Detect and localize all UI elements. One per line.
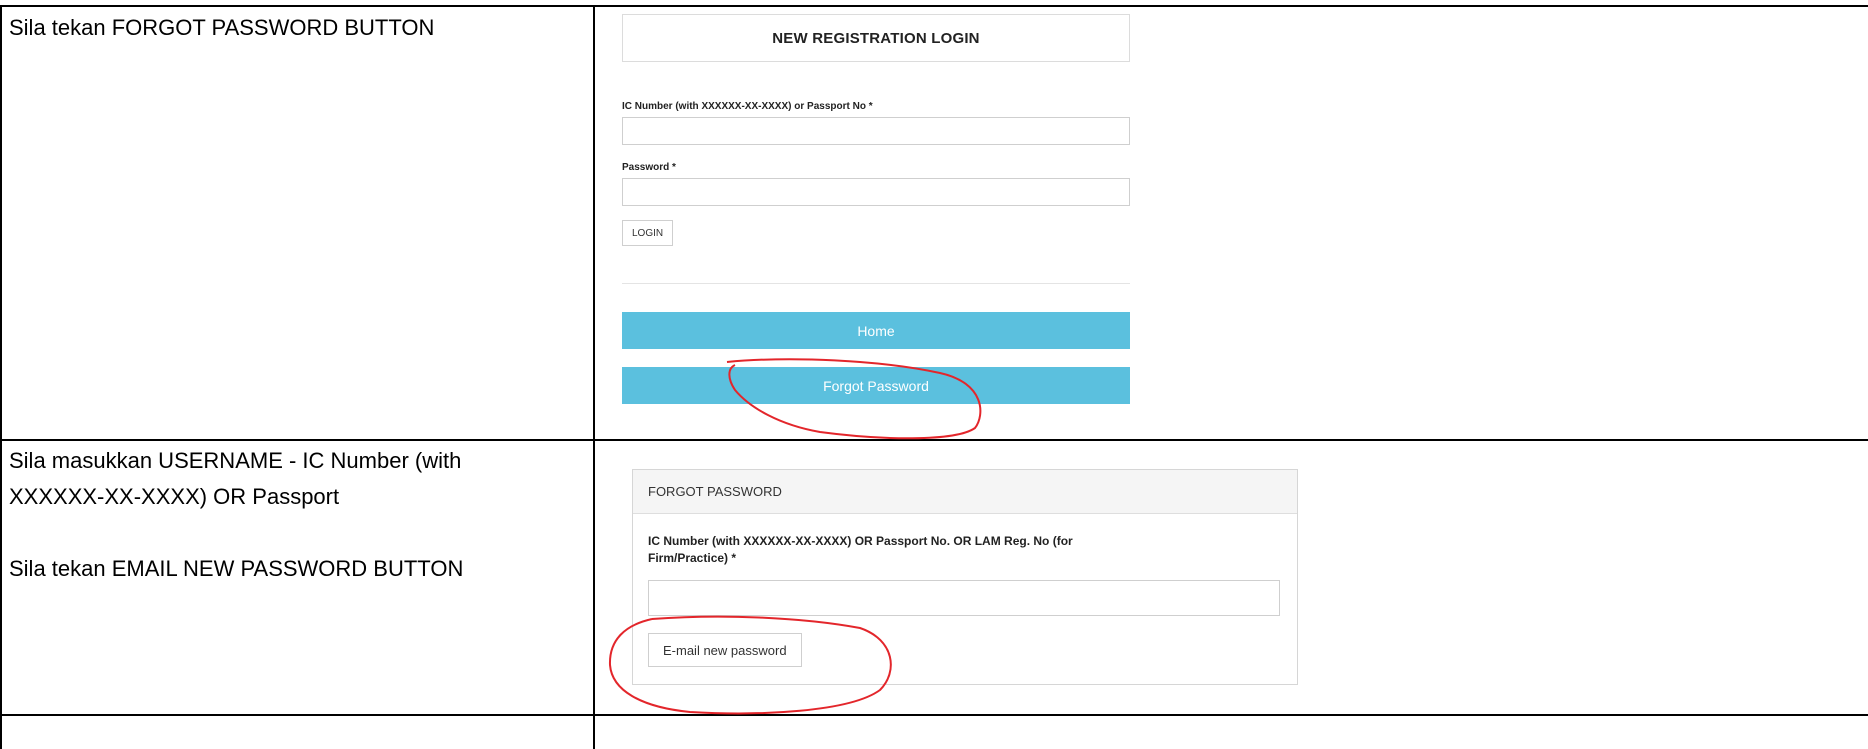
username-label: IC Number (with XXXXXX-XX-XXXX) OR Passp… <box>648 533 1208 567</box>
table-row-divider <box>0 714 1868 716</box>
document-table: Sila tekan FORGOT PASSWORD BUTTON NEW RE… <box>0 0 1868 749</box>
username-input[interactable] <box>648 580 1280 616</box>
home-button[interactable]: Home <box>622 312 1130 349</box>
instruction-text: Sila tekan EMAIL NEW PASSWORD BUTTON <box>9 556 464 581</box>
username-label-line: IC Number (with XXXXXX-XX-XXXX) OR Passp… <box>648 534 1073 548</box>
login-title-panel: NEW REGISTRATION LOGIN <box>622 14 1130 62</box>
divider <box>622 283 1130 284</box>
instruction-text: Sila tekan FORGOT PASSWORD BUTTON <box>9 15 435 40</box>
instruction-text: XXXXXX-XX-XXXX) OR Passport <box>9 484 340 509</box>
username-label-line: Firm/Practice) * <box>648 551 737 565</box>
instruction-text: Sila masukkan USERNAME - IC Number (with <box>9 448 462 473</box>
password-input[interactable] <box>622 178 1130 206</box>
forgot-password-panel: FORGOT PASSWORD IC Number (with XXXXXX-X… <box>632 469 1298 685</box>
login-title: NEW REGISTRATION LOGIN <box>772 29 980 47</box>
forgot-password-button[interactable]: Forgot Password <box>622 367 1130 404</box>
ic-number-input[interactable] <box>622 117 1130 145</box>
table-border-top <box>0 5 1868 7</box>
table-border-left <box>0 5 2 749</box>
table-row-divider <box>0 439 1868 441</box>
email-new-password-button[interactable]: E-mail new password <box>648 633 802 667</box>
ic-number-label: IC Number (with XXXXXX-XX-XXXX) or Passp… <box>622 101 873 112</box>
password-label: Password * <box>622 162 676 173</box>
login-button[interactable]: LOGIN <box>622 220 674 246</box>
table-column-divider <box>593 5 595 749</box>
forgot-password-title: FORGOT PASSWORD <box>648 484 782 499</box>
forgot-password-header: FORGOT PASSWORD <box>633 470 1297 514</box>
